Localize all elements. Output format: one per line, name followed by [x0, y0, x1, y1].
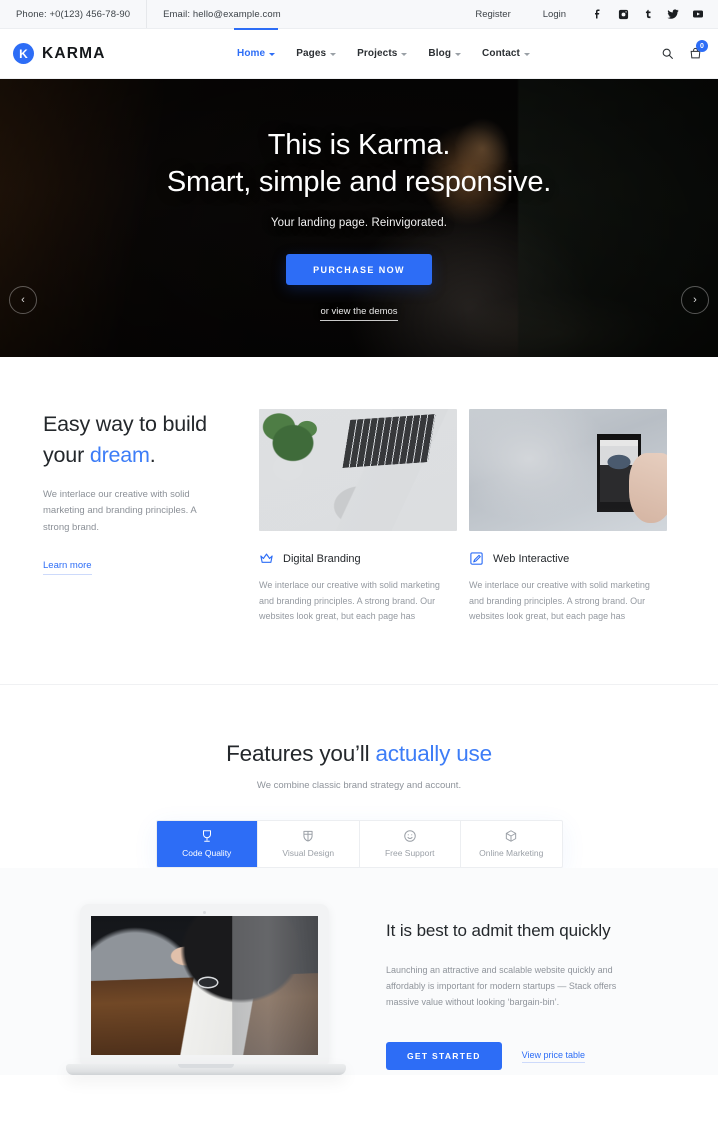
nav-item-pages[interactable]: Pages	[296, 29, 337, 79]
easy-heading-period: .	[149, 442, 156, 467]
features-subtitle: We combine classic brand strategy and ac…	[256, 779, 462, 791]
features-heading-accent: actually use	[375, 740, 492, 766]
nav-menu: Home Pages Projects Blog Contact	[233, 27, 530, 79]
topbar-account-group: Register Login	[459, 0, 718, 28]
nav-item-projects[interactable]: Projects	[357, 29, 408, 79]
feature-card-body: We interlace our creative with solid mar…	[259, 580, 440, 622]
feature-card-digital-branding: Digital Branding We interlace our creati…	[259, 409, 457, 625]
easy-way-heading: Easy way to build your dream.	[43, 409, 253, 470]
facebook-icon[interactable]	[592, 8, 604, 20]
hero-slider: This is Karma. Smart, simple and respons…	[0, 79, 718, 357]
top-utility-bar: Phone: +0(123) 456-78-90 Email: hello@ex…	[0, 0, 718, 29]
nav-item-home-label: Home	[237, 48, 266, 59]
tab-label: Code Quality	[182, 848, 232, 859]
nav-item-contact-label: Contact	[482, 48, 520, 59]
hero-title: This is Karma. Smart, simple and respons…	[167, 127, 551, 201]
twitter-icon[interactable]	[667, 8, 679, 20]
admit-heading: It is best to admit them quickly	[386, 920, 611, 940]
features-section: Features you’ll actually use We combine …	[0, 684, 718, 868]
desk-photo	[259, 409, 457, 531]
feature-card-title: Web Interactive	[493, 552, 570, 565]
brand-name: KARMA	[42, 44, 106, 62]
easy-heading-line1: Easy way to build	[43, 412, 207, 436]
easy-way-section: Easy way to build your dream. We interla…	[0, 357, 718, 685]
instagram-icon[interactable]	[617, 8, 629, 20]
phone-in-hand-photo	[469, 409, 667, 531]
phone-text: Phone: +0(123) 456-78-90	[0, 0, 148, 28]
hero-title-line2: Smart, simple and responsive.	[166, 166, 552, 199]
hero-subtitle: Your landing page. Reinvigorated.	[270, 217, 448, 230]
login-link[interactable]: Login	[527, 0, 582, 28]
nav-item-contact[interactable]: Contact	[482, 29, 530, 79]
feature-cards: Digital Branding We interlace our creati…	[259, 409, 667, 625]
nav-item-projects-label: Projects	[357, 48, 398, 59]
tab-online-marketing[interactable]: Online Marketing	[461, 821, 562, 867]
laptop-screen-photo	[91, 915, 318, 1055]
laptop-mockup	[66, 898, 346, 1075]
admit-section: It is best to admit them quickly Launchi…	[0, 867, 718, 1075]
features-heading: Features you’ll actually use	[0, 741, 718, 767]
box-icon	[504, 829, 518, 843]
laptop-lid	[80, 903, 329, 1064]
shopping-bag-icon[interactable]: 0	[689, 40, 708, 60]
features-heading-prefix: Features you’ll	[226, 740, 376, 766]
view-price-table-link[interactable]: View price table	[521, 1050, 586, 1063]
purchase-now-button[interactable]: PURCHASE NOW	[286, 254, 432, 286]
chevron-down-icon	[330, 52, 337, 56]
trophy-icon	[200, 829, 214, 843]
get-started-button[interactable]: GET STARTED	[386, 1042, 502, 1071]
admit-body: Launching an attractive and scalable web…	[386, 964, 617, 1007]
tab-label: Online Marketing	[479, 848, 544, 859]
tab-code-quality[interactable]: Code Quality	[156, 820, 258, 867]
easy-way-body: We interlace our creative with solid mar…	[43, 489, 197, 533]
tab-label: Visual Design	[282, 848, 335, 859]
nav-item-blog[interactable]: Blog	[428, 29, 462, 79]
feature-card-body: We interlace our creative with solid mar…	[469, 580, 650, 622]
laptop-camera-icon	[203, 910, 206, 914]
chevron-down-icon	[523, 52, 530, 56]
hero-prev-arrow-icon[interactable]: ‹	[9, 286, 37, 314]
view-demos-link[interactable]: or view the demos	[320, 306, 398, 322]
tab-visual-design[interactable]: Visual Design	[258, 820, 360, 867]
chevron-down-icon	[455, 52, 462, 56]
learn-more-link[interactable]: Learn more	[43, 560, 92, 576]
easy-heading-line2-prefix: your	[43, 442, 90, 467]
topbar-contact-group: Phone: +0(123) 456-78-90 Email: hello@ex…	[0, 0, 297, 28]
nav-item-blog-label: Blog	[428, 48, 452, 59]
nav-item-home[interactable]: Home	[233, 27, 279, 79]
email-text: Email: hello@example.com	[163, 8, 281, 20]
cart-count-badge: 0	[696, 40, 708, 52]
admit-content: It is best to admit them quickly Launchi…	[386, 898, 688, 1075]
nav-item-pages-label: Pages	[296, 48, 327, 59]
chevron-down-icon	[269, 52, 276, 56]
easy-heading-accent: dream	[89, 442, 150, 467]
tumblr-icon[interactable]	[642, 8, 654, 20]
feature-card-web-interactive: Web Interactive We interlace our creativ…	[469, 409, 667, 625]
edit-square-icon	[469, 551, 484, 566]
easy-way-intro: Easy way to build your dream. We interla…	[43, 409, 253, 625]
brand-logo[interactable]: K KARMA	[0, 43, 106, 64]
landing-page: Phone: +0(123) 456-78-90 Email: hello@ex…	[0, 0, 718, 1147]
shield-icon	[301, 829, 315, 843]
youtube-icon[interactable]	[692, 8, 704, 20]
features-tabs: Code Quality Visual Design Free Support …	[155, 819, 563, 868]
hero-title-line1: This is Karma.	[267, 129, 451, 161]
tab-label: Free Support	[384, 848, 435, 859]
karma-logo-icon: K	[13, 43, 34, 64]
register-link[interactable]: Register	[459, 0, 526, 28]
search-icon[interactable]	[661, 47, 674, 60]
tab-free-support[interactable]: Free Support	[360, 820, 461, 867]
main-navigation-bar: K KARMA Home Pages Projects Blog Contact	[0, 27, 718, 79]
laptop-base	[66, 1063, 346, 1075]
feature-card-title: Digital Branding	[283, 552, 361, 565]
nav-actions: 0	[661, 40, 718, 60]
crown-icon	[259, 551, 274, 566]
chevron-down-icon	[401, 52, 408, 56]
social-links	[582, 8, 718, 20]
smiley-icon	[403, 829, 417, 843]
admit-actions: GET STARTED View price table	[386, 1042, 688, 1071]
hero-next-arrow-icon[interactable]: ›	[681, 286, 709, 314]
